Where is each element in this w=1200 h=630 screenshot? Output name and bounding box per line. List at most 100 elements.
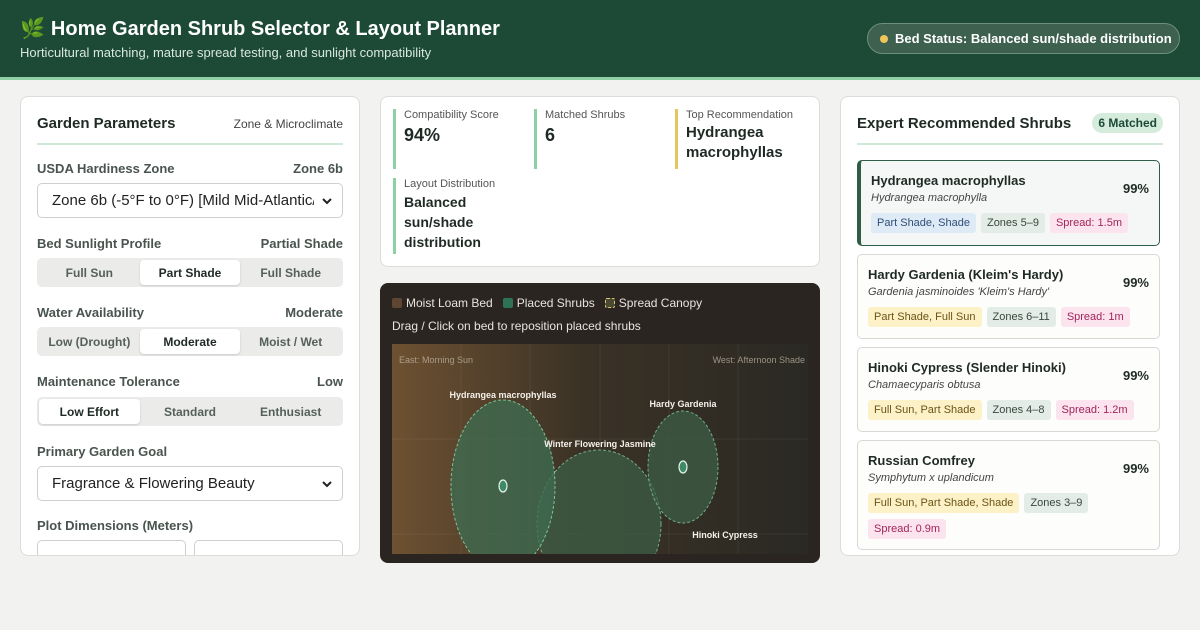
app-title: 🌿 Home Garden Shrub Selector & Layout Pla…	[20, 16, 500, 41]
recommendations-header: Expert Recommended Shrubs 6 Matched	[857, 113, 1163, 145]
water-value: Moderate	[285, 305, 343, 320]
sun-tag: Part Shade, Shade	[871, 213, 976, 233]
matched-label: Matched Shrubs	[545, 109, 626, 121]
recommendations-title: Expert Recommended Shrubs	[857, 115, 1072, 132]
garden-bed-canvas[interactable]: East: Morning Sun West: Afternoon Shade …	[392, 344, 808, 554]
matched-value: 6	[545, 125, 556, 145]
zone-value: Zone 6b	[293, 161, 343, 176]
recommendations-panel: Expert Recommended Shrubs 6 Matched Hydr…	[840, 96, 1180, 556]
sun-option-part-shade[interactable]: Part Shade	[139, 260, 241, 285]
zone-select[interactable]: Zone 6b (-5°F to 0°F) [Mild Mid-Atlantic…	[37, 183, 343, 218]
maintenance-segmented-control: Low Effort Standard Enthusiast	[37, 397, 343, 426]
hydrangea-bed-label: Hydrangea macrophyllas	[449, 390, 556, 400]
zone-field-label: USDA Hardiness Zone Zone 6b	[37, 161, 343, 177]
hydrangea-shrub-marker[interactable]	[498, 479, 508, 493]
chevron-down-icon	[322, 481, 332, 488]
matched-count-badge: 6 Matched	[1092, 113, 1163, 133]
zone-tag: Zones 4–8	[986, 400, 1051, 420]
water-field-label: Water Availability Moderate	[37, 305, 343, 321]
parameters-title: Garden Parameters	[37, 115, 176, 132]
swatch-canopy	[604, 298, 615, 308]
garden-parameters-panel: Garden Parameters Zone & Microclimate US…	[20, 96, 360, 556]
parameters-aside: Zone & Microclimate	[233, 117, 343, 131]
shrub-score: 99%	[1122, 461, 1149, 476]
spread-tag: Spread: 1.2m	[1055, 400, 1134, 420]
sun-option-full-sun[interactable]: Full Sun	[39, 260, 140, 285]
app-subtitle: Horticultural matching, mature spread te…	[20, 45, 432, 60]
sun-tag: Part Shade, Full Sun	[868, 307, 982, 327]
compatibility-score-stat: Compatibility Score 94%	[393, 109, 521, 169]
chevron-down-icon	[322, 198, 332, 205]
water-label: Water Availability	[37, 305, 144, 320]
shrub-name: Hardy Gardenia (Kleim's Hardy)	[868, 267, 1064, 282]
compatibility-stats-panel: Compatibility Score 94% Matched Shrubs 6…	[380, 96, 820, 267]
shrub-card-hinoki[interactable]: Hinoki Cypress (Slender Hinoki) Chamaecy…	[857, 347, 1160, 432]
app-title-text: Home Garden Shrub Selector & Layout Plan…	[50, 18, 500, 40]
sun-value: Partial Shade	[260, 236, 343, 251]
bed-status-text: Bed Status: Balanced sun/shade distribut…	[895, 31, 1172, 46]
score-value: 94%	[404, 125, 441, 145]
dimensions-field-label: Plot Dimensions (Meters)	[37, 518, 343, 534]
top-value: Hydrangea macrophyllas	[686, 124, 783, 161]
legend-loam-text: Moist Loam Bed	[406, 296, 493, 310]
maint-option-low-effort[interactable]: Low Effort	[39, 399, 140, 424]
leaf-icon: 🌿	[20, 18, 45, 40]
shrub-tags: Full Sun, Part Shade Zones 4–8 Spread: 1…	[868, 400, 1151, 420]
app-header: 🌿 Home Garden Shrub Selector & Layout Pla…	[0, 0, 1200, 80]
goal-select[interactable]: Fragrance & Flowering Beauty	[37, 466, 343, 501]
swatch-loam	[392, 298, 402, 308]
plot-width-input[interactable]	[37, 540, 186, 555]
zone-tag: Zones 5–9	[980, 213, 1045, 233]
gardenia-bed-label: Hardy Gardenia	[649, 399, 717, 409]
water-option-moderate[interactable]: Moderate	[139, 329, 241, 354]
zone-select-value: Zone 6b (-5°F to 0°F) [Mild Mid-Atlantic…	[52, 192, 314, 209]
top-recommendation-stat: Top Recommendation Hydrangea macrophylla…	[675, 109, 805, 169]
legend-moist-loam: Moist Loam Bed	[392, 296, 493, 310]
dimensions-label: Plot Dimensions (Meters)	[37, 518, 194, 533]
water-segmented-control: Low (Drought) Moderate Moist / Wet	[37, 327, 343, 356]
drag-hint: Drag / Click on bed to reposition placed…	[392, 319, 641, 333]
shrub-card-hydrangea[interactable]: Hydrangea macrophyllas Hydrangea macroph…	[857, 160, 1160, 246]
goal-label: Primary Garden Goal	[37, 444, 168, 459]
zone-tag: Zones 6–11	[986, 307, 1056, 327]
west-shade-label: West: Afternoon Shade	[713, 355, 805, 365]
bed-status-badge: Bed Status: Balanced sun/shade distribut…	[867, 23, 1180, 54]
maint-option-enthusiast[interactable]: Enthusiast	[240, 399, 341, 424]
goal-select-value: Fragrance & Flowering Beauty	[52, 475, 255, 492]
zone-tag: Zones 3–9	[1024, 493, 1089, 513]
shrub-scientific-name: Symphytum x uplandicum	[868, 472, 994, 484]
water-option-low[interactable]: Low (Drought)	[39, 329, 140, 354]
sunlight-segmented-control: Full Sun Part Shade Full Shade	[37, 258, 343, 287]
spread-tag: Spread: 1m	[1060, 307, 1130, 327]
spread-tag: Spread: 1.5m	[1049, 213, 1128, 233]
shrub-tags: Full Sun, Part Shade, Shade Zones 3–9 Sp…	[868, 493, 1151, 539]
goal-field-label: Primary Garden Goal	[37, 444, 343, 460]
shrub-name: Hinoki Cypress (Slender Hinoki)	[868, 360, 1066, 375]
maint-option-standard[interactable]: Standard	[140, 399, 241, 424]
top-label: Top Recommendation	[686, 109, 794, 121]
gardenia-shrub-marker[interactable]	[678, 460, 688, 474]
plot-length-input[interactable]	[194, 540, 343, 555]
water-option-moist[interactable]: Moist / Wet	[240, 329, 341, 354]
score-label: Compatibility Score	[404, 109, 499, 121]
sun-tag: Full Sun, Part Shade	[868, 400, 982, 420]
bed-legend: Moist Loam Bed Placed Shrubs Spread Cano…	[392, 296, 712, 310]
legend-canopy-text: Spread Canopy	[618, 296, 703, 310]
distribution-value: Balanced sun/shade distribution	[404, 194, 481, 250]
layout-distribution-stat: Layout Distribution Balanced sun/shade d…	[393, 178, 521, 254]
shrub-score: 99%	[1122, 275, 1149, 290]
status-dot-icon	[880, 34, 888, 43]
sun-option-full-shade[interactable]: Full Shade	[240, 260, 341, 285]
maintenance-label: Maintenance Tolerance	[37, 374, 180, 389]
shrub-scientific-name: Chamaecyparis obtusa	[868, 379, 981, 391]
shrub-score: 99%	[1122, 181, 1149, 196]
shrub-tags: Part Shade, Full Sun Zones 6–11 Spread: …	[868, 307, 1151, 327]
shrub-card-gardenia[interactable]: Hardy Gardenia (Kleim's Hardy) Gardenia …	[857, 254, 1160, 339]
maintenance-value: Low	[317, 374, 343, 389]
shrub-score: 99%	[1122, 368, 1149, 383]
distribution-label: Layout Distribution	[404, 178, 496, 190]
parameters-header: Garden Parameters Zone & Microclimate	[37, 115, 343, 145]
shrub-card-comfrey[interactable]: Russian Comfrey Symphytum x uplandicum 9…	[857, 440, 1160, 550]
legend-spread-canopy: Spread Canopy	[604, 296, 703, 310]
sun-field-label: Bed Sunlight Profile Partial Shade	[37, 236, 343, 252]
